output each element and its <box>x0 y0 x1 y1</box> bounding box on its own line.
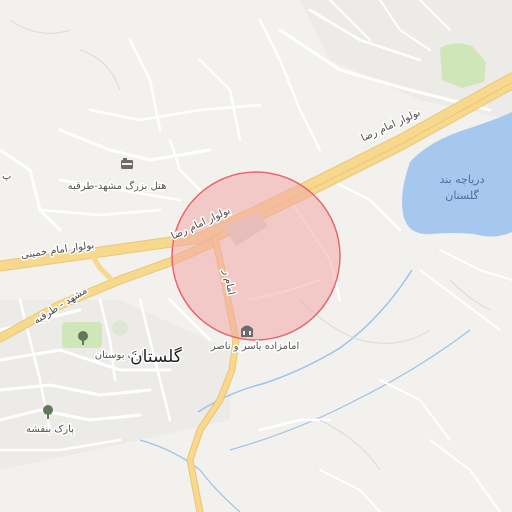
poi-label-hotel[interactable]: هتل بزرگ مشهد-طرقبه <box>66 178 168 194</box>
city-label-golestan[interactable]: گلستان <box>129 345 185 369</box>
park-feature <box>112 320 128 336</box>
poi-label-park-banafsheh[interactable]: پارک بنفشه <box>25 423 76 437</box>
poi-label-shrine[interactable]: امامزاده یاسر و ناصر <box>208 340 300 354</box>
lake-label-line2: گلستان <box>445 189 479 202</box>
shrine-icon[interactable] <box>241 325 253 338</box>
cropped-label: پ <box>2 171 11 182</box>
map-view[interactable]: بولوار امام رضا بولوار امام رضا بولوار ا… <box>0 0 512 512</box>
location-radius-circle[interactable] <box>171 171 341 341</box>
map-canvas[interactable]: بولوار امام رضا بولوار امام رضا بولوار ا… <box>0 0 512 512</box>
lake-label-line1: دریاچه بند <box>440 173 485 186</box>
